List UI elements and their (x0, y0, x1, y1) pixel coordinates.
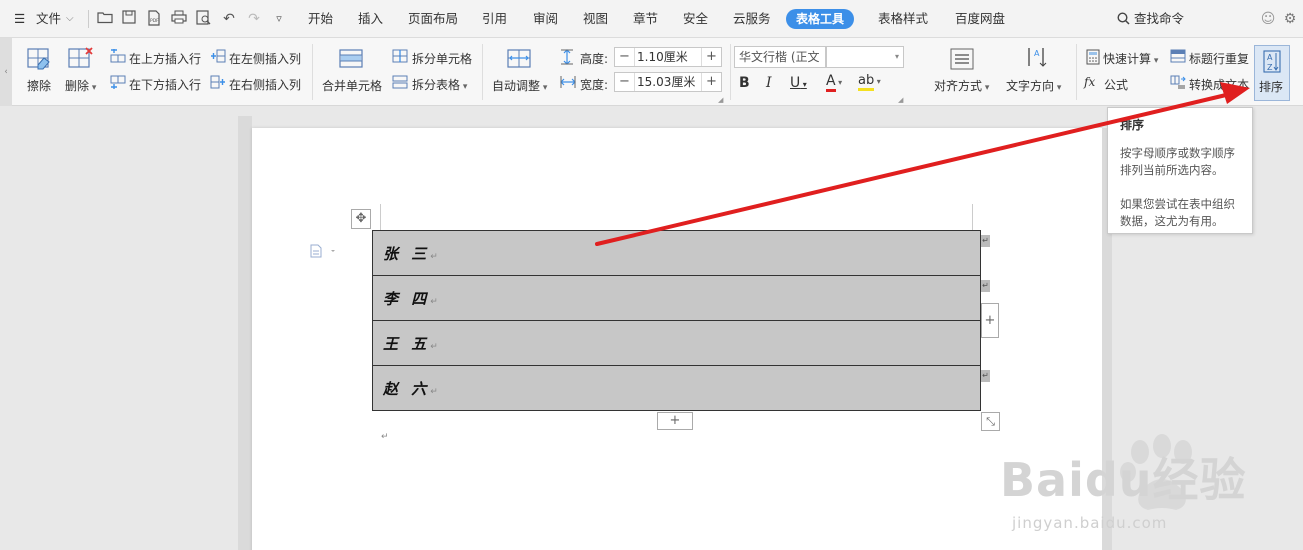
watermark-url: jingyan.baidu.com (1012, 514, 1168, 532)
watermark: Baidu经验 jingyan.baidu.com (1000, 432, 1300, 550)
watermark-brand: Baidu经验 (1000, 453, 1247, 507)
